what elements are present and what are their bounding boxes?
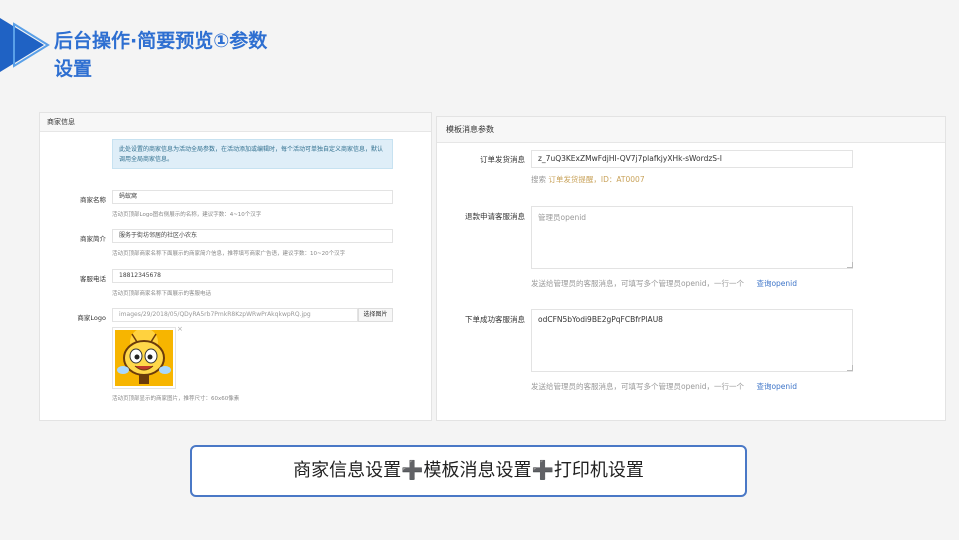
refund-query-openid-link[interactable]: 查询openid: [756, 279, 797, 288]
refund-resize-handle[interactable]: [847, 262, 853, 268]
summary-box: 商家信息设置➕模板消息设置➕打印机设置: [190, 445, 747, 497]
remove-logo-icon[interactable]: ×: [177, 325, 183, 333]
order-success-textarea[interactable]: odCFN5bYodi9BE2gPqFCBfrPlAU8: [531, 309, 853, 372]
order-success-resize-handle[interactable]: [847, 365, 853, 371]
order-ship-input[interactable]: z_7uQ3KExZMwFdjHI-QV7j7plafkjyXHk-sWordz…: [531, 150, 853, 168]
template-message-panel: 模板消息参数 订单发货消息 z_7uQ3KExZMwFdjHI-QV7j7pla…: [436, 116, 946, 421]
merchant-info-panel: 商家信息 此处设置的商家信息为活动全局参数，在活动添加或编辑时，每个活动可单独自…: [39, 112, 432, 421]
order-ship-label: 订单发货消息: [480, 155, 525, 164]
order-ship-help: 搜索 订单发货提醒，ID：AT0007: [531, 174, 645, 185]
refund-help: 发送给管理员的客服消息，可填写多个管理员openid，一行一个 查询openid: [531, 278, 797, 289]
merchant-name-input[interactable]: 蚂蚁窝: [112, 190, 393, 204]
order-ship-help-id: ，ID：AT0007: [593, 175, 645, 184]
merchant-info-heading: 商家信息: [40, 113, 431, 132]
merchant-intro-label: 商家简介: [80, 235, 106, 243]
order-ship-help-keyword: 订单发货提醒: [548, 175, 594, 184]
merchant-name-label: 商家名称: [80, 196, 106, 204]
refund-textarea[interactable]: 管理员openid: [531, 206, 853, 269]
order-success-query-openid-link[interactable]: 查询openid: [756, 382, 797, 391]
merchant-notice: 此处设置的商家信息为活动全局参数，在活动添加或编辑时，每个活动可单独自定义商家信…: [112, 139, 393, 169]
bee-logo-image: [115, 328, 173, 386]
merchant-intro-help: 活动页顶部商家名称下面展示的商家简介信息，推荐填写商家广告语，建议字数：10~2…: [112, 251, 346, 257]
merchant-name-help: 活动页顶部Logo图右侧展示的名称，建议字数：4~10个汉字: [112, 212, 262, 218]
order-ship-help-prefix: 搜索: [531, 175, 546, 184]
service-phone-input[interactable]: 18812345678: [112, 269, 393, 283]
choose-image-button[interactable]: 选择图片: [358, 308, 393, 322]
refund-help-text: 发送给管理员的客服消息，可填写多个管理员openid，一行一个: [531, 279, 745, 288]
arrow-decoration-icon: [0, 18, 50, 72]
merchant-logo-label: 商家Logo: [77, 314, 106, 322]
refund-label: 退款申请客服消息: [465, 212, 525, 221]
logo-path-input[interactable]: images/29/2018/05/QDyRA5rb7PmkR8KzpWRwPr…: [112, 308, 358, 322]
service-phone-help: 活动页顶部商家名称下面展示的客服电话: [112, 291, 212, 297]
merchant-logo-help: 活动页顶部显示的商家图片，推荐尺寸：60x60像素: [112, 396, 240, 402]
order-success-label: 下单成功客服消息: [465, 315, 525, 324]
service-phone-label: 客服电话: [80, 275, 106, 283]
order-success-help-text: 发送给管理员的客服消息，可填写多个管理员openid，一行一个: [531, 382, 745, 391]
merchant-intro-input[interactable]: 服务于街坊邻居的社区小农东: [112, 229, 393, 243]
slide-title: 后台操作·简要预览①参数设置: [54, 30, 268, 80]
order-success-help: 发送给管理员的客服消息，可填写多个管理员openid，一行一个 查询openid: [531, 381, 797, 392]
template-message-heading: 模板消息参数: [437, 117, 945, 143]
logo-thumbnail: [112, 327, 176, 389]
